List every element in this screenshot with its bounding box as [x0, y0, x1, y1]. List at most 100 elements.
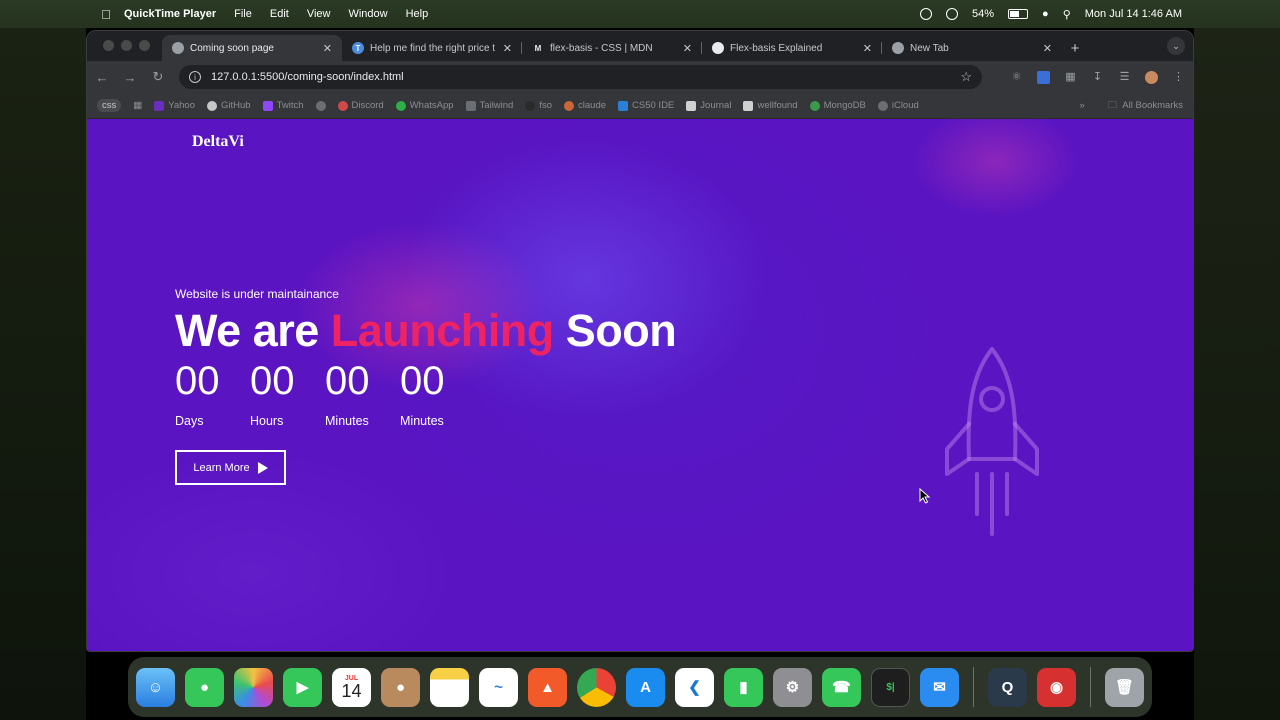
all-bookmarks-label: All Bookmarks	[1122, 100, 1183, 111]
menu-window[interactable]: Window	[348, 8, 387, 20]
tab-coming-soon[interactable]: Coming soon page ✕	[162, 35, 342, 61]
battery-icon[interactable]	[1008, 9, 1029, 19]
vscode-icon[interactable]: ❮	[675, 667, 714, 707]
url-text[interactable]: 127.0.0.1:5500/coming-soon/index.html	[211, 71, 404, 83]
freeform-icon[interactable]: ~	[479, 667, 518, 707]
terminal-icon[interactable]: $|	[871, 667, 910, 707]
countdown-seconds: 00 Minutes	[400, 357, 475, 428]
bookmark-label: CS50 IDE	[632, 100, 675, 111]
back-icon[interactable]: ←	[95, 70, 109, 85]
reload-icon[interactable]: ↻	[151, 69, 165, 85]
desktop-wallpaper-left	[0, 28, 86, 720]
macos-menubar:  QuickTime Player File Edit View Window…	[0, 0, 1280, 28]
calendar-icon[interactable]: JUL 14	[332, 667, 371, 707]
trash-icon[interactable]: 🗑	[1105, 667, 1144, 707]
site-favicon-icon	[712, 42, 724, 54]
download-icon[interactable]: ↧	[1091, 71, 1104, 84]
notion-icon	[686, 100, 697, 111]
learn-more-label: Learn More	[193, 461, 250, 474]
photos-icon[interactable]	[234, 667, 273, 707]
photo-booth-icon[interactable]: ◉	[1037, 667, 1076, 707]
claude-icon	[564, 100, 575, 111]
app-store-icon[interactable]: A	[626, 667, 665, 707]
chrome-icon[interactable]	[577, 667, 616, 707]
menu-edit[interactable]: Edit	[270, 8, 289, 20]
bookmark-fso[interactable]: fso	[525, 100, 552, 111]
tailwind-icon	[465, 100, 476, 111]
system-settings-icon[interactable]: ⚙	[773, 667, 812, 707]
forward-icon[interactable]: →	[123, 70, 137, 85]
tab-flex-basis[interactable]: Flex-basis Explained ✕	[702, 35, 882, 61]
address-bar[interactable]: i 127.0.0.1:5500/coming-soon/index.html …	[179, 65, 982, 89]
bookmark-tailwind[interactable]: Tailwind	[465, 100, 513, 111]
tab-new[interactable]: New Tab ✕	[882, 35, 1062, 61]
bookmark-wellfound[interactable]: wellfound	[743, 100, 798, 111]
contacts-icon[interactable]: ●	[381, 667, 420, 707]
bookmark-cs50[interactable]: CS50 IDE	[618, 100, 674, 111]
tab-search-button[interactable]: ⌄	[1167, 37, 1185, 55]
close-window-button[interactable]	[103, 40, 114, 51]
avatar[interactable]	[1145, 70, 1158, 84]
facetime-icon[interactable]: ▶	[283, 667, 322, 707]
bookmark-star-icon[interactable]: ☆	[960, 69, 972, 85]
search-icon[interactable]: ⚲	[1063, 8, 1071, 21]
new-tab-button[interactable]: +	[1062, 35, 1088, 61]
media-controls-icon[interactable]: ☰	[1118, 71, 1131, 84]
site-logo[interactable]: DeltaVi	[192, 133, 244, 151]
quicktime-icon[interactable]: Q	[988, 667, 1027, 707]
bookmark-twitch[interactable]: Twitch	[262, 100, 304, 111]
learn-more-button[interactable]: Learn More	[175, 450, 286, 485]
minimize-window-button[interactable]	[121, 40, 132, 51]
extension-icon[interactable]	[1037, 70, 1050, 84]
whatsapp-icon	[395, 100, 406, 111]
zoom-window-button[interactable]	[139, 40, 150, 51]
notes-icon[interactable]	[430, 667, 469, 707]
record-icon[interactable]	[920, 8, 933, 20]
bookmark-css[interactable]: css	[97, 99, 122, 112]
site-info-icon[interactable]: i	[189, 71, 201, 83]
bookmark-label: fso	[539, 100, 553, 111]
app-menu[interactable]: QuickTime Player	[124, 8, 216, 20]
numbers-icon[interactable]: ▮	[724, 667, 763, 707]
puzzle-icon[interactable]: ▦	[1064, 71, 1077, 84]
tab-price[interactable]: T Help me find the right price t ✕	[342, 35, 522, 61]
bookmark-journal[interactable]: Journal	[686, 100, 731, 111]
close-tab-icon[interactable]: ✕	[1043, 42, 1052, 55]
whatsapp-icon[interactable]: ☎	[822, 667, 861, 707]
bookmark-github[interactable]: GitHub	[207, 100, 251, 111]
mail-icon[interactable]: ✉	[920, 667, 959, 707]
datetime[interactable]: Mon Jul 14 1:46 AM	[1085, 8, 1182, 20]
brave-icon[interactable]: ▲	[528, 667, 567, 707]
play-status-icon[interactable]	[946, 8, 959, 20]
close-tab-icon[interactable]: ✕	[863, 42, 872, 55]
bookmark-mongodb[interactable]: MongoDB	[809, 100, 866, 111]
bookmark-claude[interactable]: claude	[564, 100, 606, 111]
messages-icon[interactable]: ●	[185, 667, 224, 707]
site-favicon-icon: T	[352, 42, 364, 54]
bookmark-globe[interactable]	[315, 100, 326, 111]
bookmark-yahoo[interactable]: Yahoo	[154, 100, 195, 111]
close-tab-icon[interactable]: ✕	[323, 42, 332, 55]
tab-mdn[interactable]: M flex-basis - CSS | MDN ✕	[522, 35, 702, 61]
mouse-cursor-icon	[919, 488, 931, 504]
bookmark-icloud[interactable]: iCloud	[877, 100, 919, 111]
menu-icon[interactable]: ⋮	[1172, 71, 1185, 84]
all-bookmarks[interactable]: » 🗀 All Bookmarks	[1079, 98, 1183, 114]
bookmark-label: Journal	[700, 100, 732, 111]
react-devtools-icon[interactable]: ⚛	[1010, 71, 1023, 84]
apple-icon[interactable]: 	[88, 7, 124, 22]
menu-view[interactable]: View	[307, 8, 331, 20]
macos-dock: ☺ ● ▶ JUL 14 ● ~ ▲ A ❮ ▮ ⚙ ☎ $| ✉ Q ◉ 🗑	[128, 657, 1152, 717]
discord-icon	[337, 100, 348, 111]
close-tab-icon[interactable]: ✕	[683, 42, 692, 55]
bookmark-whatsapp[interactable]: WhatsApp	[395, 100, 454, 111]
page-viewport: DeltaVi Website is under maintainance We…	[87, 119, 1193, 651]
bookmark-discord[interactable]: Discord	[337, 100, 384, 111]
close-tab-icon[interactable]: ✕	[503, 42, 512, 55]
finder-icon[interactable]: ☺	[136, 667, 175, 707]
menu-file[interactable]: File	[234, 8, 252, 20]
chevron-double-right-icon[interactable]: »	[1079, 100, 1084, 111]
menu-help[interactable]: Help	[406, 8, 429, 20]
wifi-icon[interactable]: ●	[1042, 8, 1049, 20]
apps-grid-icon[interactable]: ▦	[133, 100, 142, 111]
